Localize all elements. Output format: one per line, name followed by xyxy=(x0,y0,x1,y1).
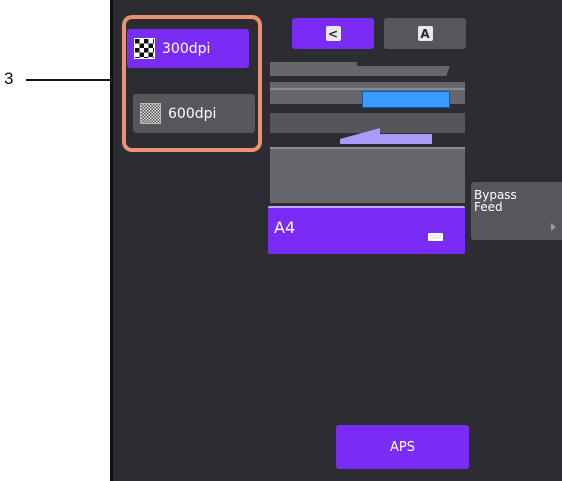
left-arrow-icon: < xyxy=(325,26,341,41)
callout-number: 3 xyxy=(4,69,14,88)
bypass-label-line2: Feed xyxy=(474,200,503,214)
tab-original-view[interactable]: < xyxy=(292,18,374,49)
machine-body-edge xyxy=(270,147,465,149)
tray-icon xyxy=(428,233,443,241)
tab-text-view[interactable]: A xyxy=(384,18,466,49)
machine-scanner-edge xyxy=(270,88,465,90)
triangle-right-icon xyxy=(551,223,556,231)
aps-button[interactable]: APS xyxy=(336,425,469,469)
machine-body xyxy=(270,147,465,203)
resolution-highlight-frame xyxy=(122,15,262,152)
machine-top-slope xyxy=(338,66,450,76)
bypass-feed-button[interactable]: Bypass Feed xyxy=(471,182,562,240)
letter-a-icon: A xyxy=(417,26,433,41)
paper-indicator xyxy=(362,91,450,108)
paper-size-label: A4 xyxy=(274,218,296,237)
arrow-left-icon xyxy=(340,128,432,144)
paper-tray-a4-button[interactable]: A4 xyxy=(268,206,465,254)
screen-frame xyxy=(110,0,113,481)
